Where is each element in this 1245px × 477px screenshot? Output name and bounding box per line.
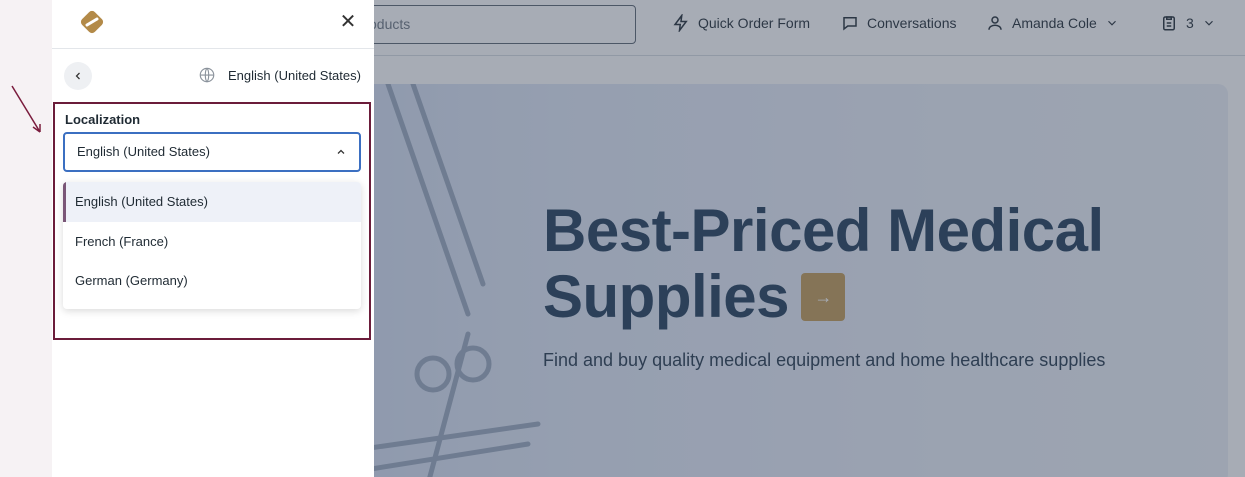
back-button[interactable] xyxy=(64,62,92,90)
option-french-france[interactable]: French (France) xyxy=(63,222,361,261)
chevron-up-icon xyxy=(337,149,345,154)
drawer-header: ✕ xyxy=(52,0,374,49)
left-strip xyxy=(0,0,52,477)
select-value: English (United States) xyxy=(77,144,210,159)
option-german-germany[interactable]: German (Germany) xyxy=(63,261,361,300)
brand-logo-icon xyxy=(80,10,104,34)
chevron-left-icon xyxy=(75,72,80,80)
globe-icon xyxy=(199,67,215,83)
localization-label: Localization xyxy=(65,112,141,127)
option-english-us[interactable]: English (United States) xyxy=(63,182,361,222)
localization-select[interactable]: English (United States) xyxy=(63,132,361,172)
current-language-label: English (United States) xyxy=(228,67,361,83)
current-language: English (United States) xyxy=(198,66,361,84)
close-button[interactable]: ✕ xyxy=(338,12,358,32)
annotation-arrow-icon xyxy=(11,85,41,133)
localization-options: English (United States) French (France) … xyxy=(63,182,361,309)
close-icon: ✕ xyxy=(339,11,357,33)
